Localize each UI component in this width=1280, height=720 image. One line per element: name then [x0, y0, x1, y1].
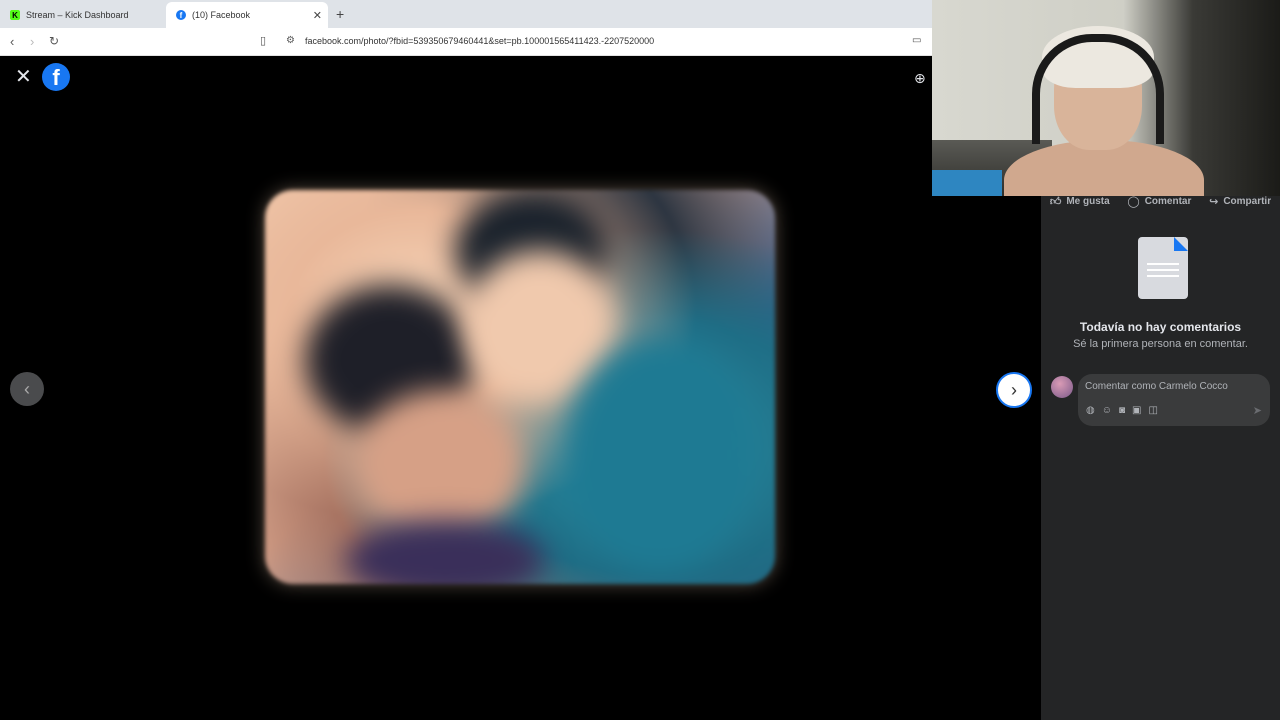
browser-tab-bar: K Stream – Kick Dashboard f (10) Faceboo… [0, 0, 932, 28]
url-field[interactable]: facebook.com/photo/?fbid=539350679460441… [305, 36, 654, 46]
screen: K Stream – Kick Dashboard f (10) Faceboo… [0, 0, 1280, 720]
streamer-image [994, 26, 1204, 196]
chevron-left-icon: ‹ [24, 378, 30, 399]
tab-label: (10) Facebook [192, 10, 251, 20]
site-settings-icon[interactable]: ⚙ [286, 35, 295, 46]
reload-icon[interactable]: ↻ [49, 34, 59, 48]
close-icon[interactable]: ✕ [15, 64, 32, 89]
forward-icon[interactable]: › [30, 34, 34, 49]
new-tab-button[interactable]: + [336, 6, 344, 22]
share-button[interactable]: ↪ Compartir [1209, 195, 1271, 208]
next-photo-button[interactable]: › [996, 372, 1032, 408]
photo-image [265, 190, 775, 584]
comment-tools: ◍ ☺ ◙ ▣ ◫ [1086, 405, 1158, 416]
emoji-icon[interactable]: ☺ [1102, 405, 1112, 416]
camera-icon[interactable]: ◙ [1119, 405, 1125, 416]
tab-facebook[interactable]: f (10) Facebook ✕ [166, 2, 328, 28]
avatar-sticker-icon[interactable]: ◍ [1086, 405, 1095, 416]
zoom-in-icon[interactable]: ⊕ [914, 70, 926, 87]
document-icon [1138, 237, 1188, 299]
tab-label: Stream – Kick Dashboard [26, 10, 129, 20]
comment-input[interactable]: Comentar como Carmelo Cocco ◍ ☺ ◙ ▣ ◫ ➤ [1078, 374, 1270, 426]
close-tab-icon[interactable]: ✕ [313, 9, 322, 22]
comment-placeholder: Comentar como Carmelo Cocco [1085, 381, 1228, 392]
like-icon: 👍︎ [1049, 195, 1062, 208]
facebook-icon: f [176, 10, 186, 20]
avatar[interactable] [1051, 376, 1073, 398]
bookmark-icon[interactable]: ▯ [260, 34, 266, 47]
gif-icon[interactable]: ▣ [1132, 405, 1141, 416]
comment-icon: ◯ [1127, 195, 1140, 208]
webcam-overlay [932, 0, 1280, 196]
sticker-icon[interactable]: ◫ [1148, 405, 1157, 416]
back-icon[interactable]: ‹ [10, 34, 14, 49]
no-comments-title: Todavía no hay comentarios [1079, 320, 1242, 334]
headset-icon [1032, 34, 1164, 144]
cast-icon[interactable]: ▭ [912, 35, 921, 46]
address-bar: ‹ › ↻ ▯ ⚙ facebook.com/photo/?fbid=53935… [0, 28, 932, 56]
comment-button[interactable]: ◯ Comentar [1127, 195, 1191, 208]
share-icon: ↪ [1209, 195, 1219, 208]
tab-kick-dashboard[interactable]: K Stream – Kick Dashboard [0, 2, 164, 28]
chevron-right-icon: › [1011, 379, 1017, 400]
previous-photo-button[interactable]: ‹ [10, 372, 44, 406]
no-comments-subtitle: Sé la primera persona en comentar. [1073, 338, 1248, 350]
facebook-logo-icon[interactable]: f [42, 63, 70, 91]
photo-viewer: ✕ f ⊕ ‹ › [0, 56, 1041, 720]
like-button[interactable]: 👍︎ Me gusta [1050, 195, 1110, 208]
kick-icon: K [10, 10, 20, 20]
send-icon[interactable]: ➤ [1253, 404, 1262, 417]
